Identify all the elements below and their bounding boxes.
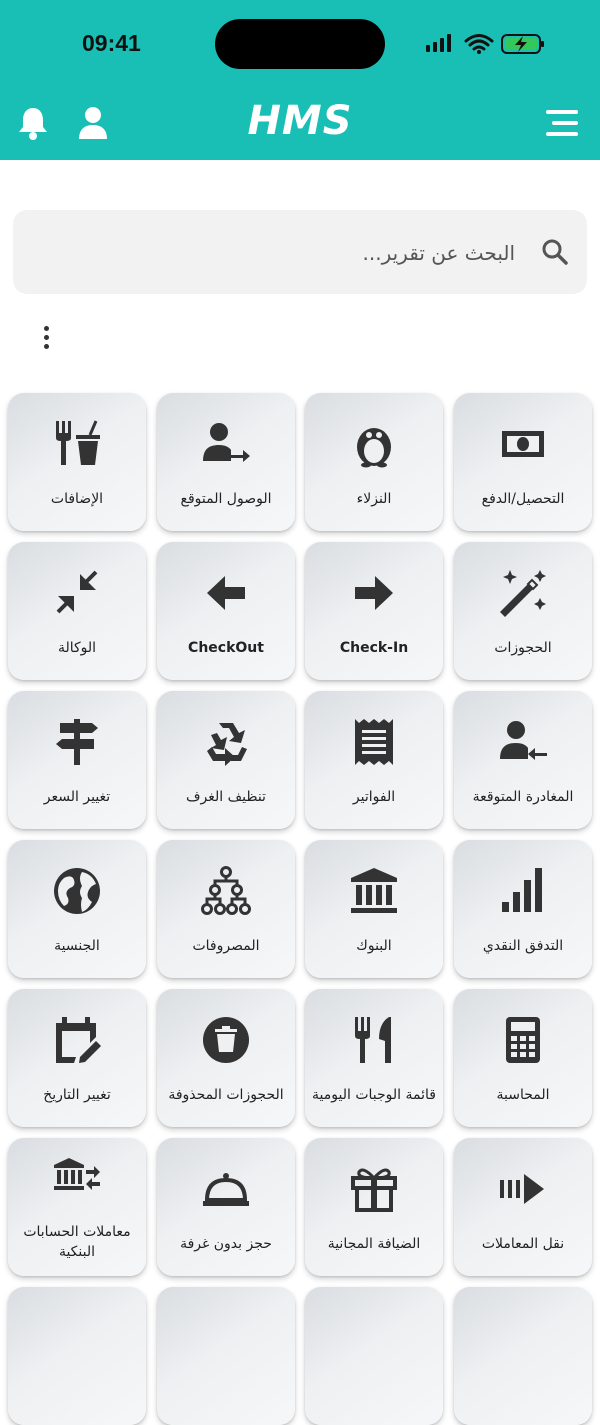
- tile-complimentary[interactable]: الضيافة المجانية: [305, 1138, 443, 1276]
- report-search-bar: [13, 210, 587, 296]
- signal-bars-icon: [498, 866, 548, 916]
- tile-label: حجز بدون غرفة: [180, 1236, 272, 1252]
- status-time: 09:41: [82, 30, 141, 56]
- status-bar: 09:41: [0, 0, 600, 88]
- tile-booking-without-room[interactable]: حجز بدون غرفة: [157, 1138, 295, 1276]
- tile-deleted-reservations[interactable]: الحجوزات المحذوفة: [157, 989, 295, 1127]
- cloche-icon: [201, 1164, 251, 1214]
- app-header: HMS: [0, 88, 600, 160]
- cellular-signal-icon: [426, 34, 451, 52]
- globe-icon: [52, 866, 102, 916]
- user-arrow-right-icon: [201, 419, 251, 469]
- transfer-arrow-icon: [498, 1164, 548, 1214]
- tile-label: المغادرة المتوقعة: [472, 789, 574, 805]
- receipt-icon: [349, 717, 399, 767]
- battery-charging-icon: [501, 34, 544, 54]
- trash-icon: [201, 1015, 251, 1065]
- tile-label: الجنسية: [54, 938, 100, 954]
- cash-icon: [498, 419, 548, 469]
- tile-check-out[interactable]: CheckOut: [157, 542, 295, 680]
- tile-partial[interactable]: [305, 1287, 443, 1425]
- tile-label: Check-In: [339, 640, 409, 656]
- wifi-icon: [464, 34, 494, 51]
- tile-label: تغيير التاريخ: [43, 1087, 111, 1103]
- tile-extras[interactable]: الإضافات: [8, 393, 146, 531]
- tile-bank-account-transactions[interactable]: معاملات الحسابات البنكية: [8, 1138, 146, 1276]
- tile-cash-flow[interactable]: التدفق النقدي: [454, 840, 592, 978]
- tile-label: النزلاء: [356, 491, 392, 507]
- tile-label: نقل المعاملات: [481, 1236, 565, 1252]
- dynamic-island: [215, 19, 385, 69]
- tile-label: CheckOut: [188, 640, 264, 656]
- tile-partial[interactable]: [454, 1287, 592, 1425]
- tile-label: الضيافة المجانية: [327, 1236, 421, 1252]
- arrow-right-icon: [349, 568, 399, 618]
- status-icons: [424, 32, 548, 60]
- user-icon[interactable]: [77, 105, 109, 145]
- tile-expected-arrival[interactable]: الوصول المتوقع: [157, 393, 295, 531]
- tile-label: المصروفات: [192, 938, 260, 954]
- tile-invoices[interactable]: الفواتير: [305, 691, 443, 829]
- compress-icon: [52, 568, 102, 618]
- tile-label: الفواتير: [352, 789, 396, 805]
- more-options-icon[interactable]: [36, 326, 56, 356]
- search-icon[interactable]: [541, 238, 569, 270]
- fork-drink-icon: [52, 419, 102, 469]
- penguin-icon: [349, 419, 399, 469]
- tile-label: الوصول المتوقع: [180, 491, 272, 507]
- tile-label: الإضافات: [50, 491, 104, 507]
- hierarchy-icon: [201, 866, 251, 916]
- app-logo: HMS: [247, 98, 353, 144]
- tile-label: المحاسبة: [496, 1087, 550, 1103]
- calculator-icon: [498, 1015, 548, 1065]
- magic-wand-icon: [498, 568, 548, 618]
- tile-agency[interactable]: الوكالة: [8, 542, 146, 680]
- search-input[interactable]: [33, 210, 517, 296]
- calendar-edit-icon: [52, 1015, 102, 1065]
- bank-icon: [349, 866, 399, 916]
- tile-expenses[interactable]: المصروفات: [157, 840, 295, 978]
- tile-label: تغيير السعر: [43, 789, 111, 805]
- signpost-icon: [52, 717, 102, 767]
- tile-label: الوكالة: [57, 640, 97, 656]
- tile-accounting[interactable]: المحاسبة: [454, 989, 592, 1127]
- gift-icon: [349, 1164, 399, 1214]
- tile-room-cleaning[interactable]: تنظيف الغرف: [157, 691, 295, 829]
- tile-banks[interactable]: البنوك: [305, 840, 443, 978]
- recycle-icon: [201, 717, 251, 767]
- tile-expected-departure[interactable]: المغادرة المتوقعة: [454, 691, 592, 829]
- tile-transaction-transfer[interactable]: نقل المعاملات: [454, 1138, 592, 1276]
- tile-guests[interactable]: النزلاء: [305, 393, 443, 531]
- tile-check-in[interactable]: Check-In: [305, 542, 443, 680]
- utensils-icon: [349, 1015, 399, 1065]
- hamburger-menu-icon[interactable]: [544, 108, 580, 142]
- bank-transfer-icon: [52, 1156, 102, 1206]
- tile-label: الحجوزات المحذوفة: [168, 1087, 284, 1103]
- tile-partial[interactable]: [157, 1287, 295, 1425]
- tile-label: معاملات الحسابات البنكية: [23, 1224, 131, 1260]
- tile-rate-change[interactable]: تغيير السعر: [8, 691, 146, 829]
- tile-daily-meals[interactable]: قائمة الوجبات اليومية: [305, 989, 443, 1127]
- tile-date-change[interactable]: تغيير التاريخ: [8, 989, 146, 1127]
- tile-label: الحجوزات: [494, 640, 552, 656]
- tile-label: التحصيل/الدفع: [481, 491, 565, 507]
- tile-label: التدفق النقدي: [482, 938, 564, 954]
- tile-collection-payment[interactable]: التحصيل/الدفع: [454, 393, 592, 531]
- tile-label: قائمة الوجبات اليومية: [312, 1087, 436, 1103]
- tile-partial[interactable]: [8, 1287, 146, 1425]
- tile-nationality[interactable]: الجنسية: [8, 840, 146, 978]
- bell-icon[interactable]: [16, 105, 50, 145]
- tile-label: البنوك: [356, 938, 392, 954]
- tile-reservations[interactable]: الحجوزات: [454, 542, 592, 680]
- arrow-left-icon: [201, 568, 251, 618]
- user-arrow-left-icon: [498, 717, 548, 767]
- tile-label: تنظيف الغرف: [186, 789, 266, 805]
